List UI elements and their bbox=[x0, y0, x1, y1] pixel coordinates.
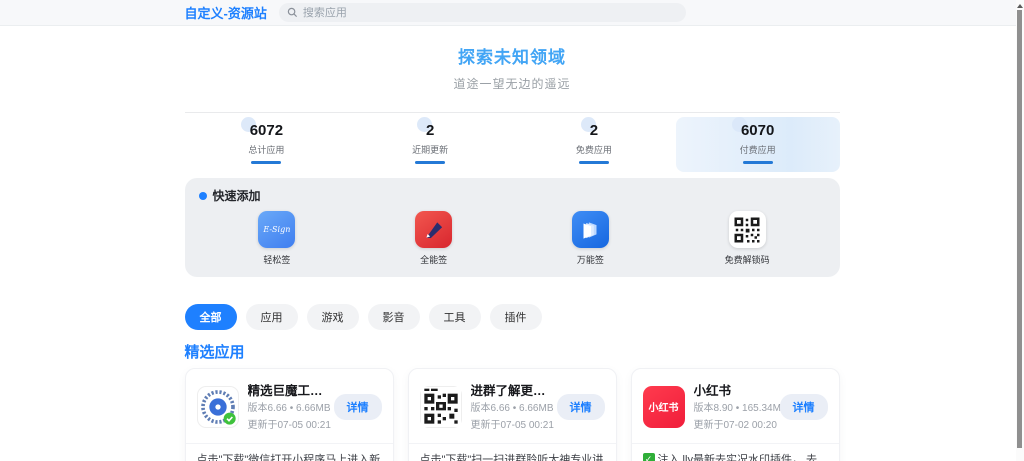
check-icon: ✓ bbox=[642, 453, 655, 461]
quick-add-item-label: 轻松签 bbox=[263, 255, 291, 265]
quick-add-item-free-unlock-code[interactable]: 免费解锁码 bbox=[669, 211, 826, 266]
app-version-size: 版本6.66 • 6.66MB bbox=[247, 403, 331, 414]
quick-add-item-label: 免费解锁码 bbox=[724, 255, 770, 265]
stat-label: 近期更新 bbox=[412, 145, 449, 155]
filter-all[interactable]: 全部 bbox=[184, 304, 237, 330]
app-description: 点击"下载"扫一扫进群聆听大神专业讲解与指导 bbox=[419, 454, 604, 461]
site-title: 自定义-资源站 bbox=[184, 6, 267, 21]
stat-underline bbox=[415, 161, 446, 164]
quick-add-item-universal-sign[interactable]: 万能签 bbox=[512, 211, 669, 266]
quick-add-item-label: 万能签 bbox=[576, 255, 604, 265]
app-title: 小红书 bbox=[693, 384, 732, 398]
featured-cards: 精选巨魔工具/... 版本6.66 • 6.66MB 更新于07-05 00:2… bbox=[184, 368, 840, 461]
detail-button[interactable]: 详情 bbox=[779, 393, 828, 420]
stat-total-apps[interactable]: 6072 总计应用 bbox=[185, 117, 349, 172]
stat-free-apps[interactable]: 2 免费应用 bbox=[512, 117, 676, 172]
featured-section-title: 精选应用 bbox=[184, 344, 245, 361]
topbar: 自定义-资源站 bbox=[0, 0, 1024, 26]
pen-app-icon bbox=[415, 211, 453, 248]
detail-button[interactable]: 详情 bbox=[556, 393, 605, 420]
stat-value: 2 bbox=[416, 117, 435, 139]
category-filters: 全部 应用 游戏 影音 工具 插件 bbox=[184, 304, 840, 330]
quick-add-item-allsign[interactable]: 全能签 bbox=[355, 211, 512, 266]
app-card[interactable]: 小红书 小红书 版本8.90 • 165.34MB 更新于07-02 00:20… bbox=[630, 368, 840, 461]
filter-tools[interactable]: 工具 bbox=[428, 304, 481, 330]
xiaohongshu-app-icon: 小红书 bbox=[642, 385, 685, 428]
filter-games[interactable]: 游戏 bbox=[306, 304, 359, 330]
quick-add-item-esign[interactable]: E-Sign 轻松签 bbox=[199, 211, 356, 266]
quick-add-panel: 快速添加 E-Sign 轻松签 全能签 万能签 免费解锁码 bbox=[184, 178, 840, 277]
stat-underline bbox=[251, 161, 282, 164]
stat-recent-updates[interactable]: 2 近期更新 bbox=[348, 117, 512, 172]
app-card[interactable]: 精选巨魔工具/... 版本6.66 • 6.66MB 更新于07-05 00:2… bbox=[184, 368, 394, 461]
search-icon bbox=[287, 7, 297, 18]
app-version-size: 版本8.90 • 165.34MB bbox=[693, 403, 788, 414]
app-card[interactable]: 进群了解更多... 版本6.66 • 6.66MB 更新于07-05 00:21… bbox=[407, 368, 617, 461]
app-title: 进群了解更多... bbox=[470, 384, 548, 398]
app-title: 精选巨魔工具/... bbox=[247, 384, 325, 398]
scrollbar-thumb[interactable] bbox=[1017, 10, 1022, 448]
stats-bar: 6072 总计应用 2 近期更新 2 免费应用 6070 付费应用 bbox=[184, 112, 840, 172]
stat-label: 付费应用 bbox=[739, 145, 776, 155]
app-updated-at: 更新于07-05 00:21 bbox=[470, 420, 554, 431]
detail-button[interactable]: 详情 bbox=[333, 393, 382, 420]
app-version-size: 版本6.66 • 6.66MB bbox=[470, 403, 554, 414]
stat-value: 2 bbox=[580, 117, 599, 139]
scroll-up-arrow-icon[interactable] bbox=[1017, 4, 1023, 8]
stat-underline bbox=[578, 161, 609, 164]
app-updated-at: 更新于07-02 00:20 bbox=[693, 420, 777, 431]
search-input[interactable] bbox=[302, 6, 678, 19]
hero-title: 探索未知领域 bbox=[458, 48, 566, 67]
cube-app-icon bbox=[571, 211, 609, 248]
hero-section: 探索未知领域 道途一望无边的遥远 bbox=[0, 26, 1024, 92]
stat-underline bbox=[742, 161, 773, 164]
app-updated-at: 更新于07-05 00:21 bbox=[247, 420, 331, 431]
stat-label: 免费应用 bbox=[575, 145, 612, 155]
esign-app-icon: E-Sign bbox=[258, 211, 296, 248]
quick-add-item-label: 全能签 bbox=[420, 255, 448, 265]
filter-plugins[interactable]: 插件 bbox=[489, 304, 542, 330]
app-description: 点击"下载"微信打开小程序马上进入新世界 bbox=[196, 454, 381, 461]
app-description: ✓注入 lly最新去实况水印插件， 去视频水印等 去除几乎所有广告，支持所有图片… bbox=[632, 444, 839, 461]
wechat-miniprogram-qr-icon bbox=[196, 385, 239, 428]
filter-media[interactable]: 影音 bbox=[367, 304, 420, 330]
scrollbar[interactable] bbox=[1016, 0, 1024, 461]
stat-paid-apps[interactable]: 6070 付费应用 bbox=[675, 117, 840, 172]
bullet-dot-icon bbox=[198, 191, 207, 200]
hero-subtitle: 道途一望无边的遥远 bbox=[453, 77, 571, 91]
stat-label: 总计应用 bbox=[248, 145, 285, 155]
stat-value: 6070 bbox=[731, 117, 775, 139]
search-box[interactable] bbox=[278, 3, 686, 22]
quick-add-title: 快速添加 bbox=[212, 189, 261, 203]
stat-value: 6072 bbox=[240, 117, 284, 139]
qrcode-icon bbox=[728, 211, 766, 248]
filter-apps[interactable]: 应用 bbox=[245, 304, 298, 330]
group-qr-icon bbox=[419, 385, 462, 428]
